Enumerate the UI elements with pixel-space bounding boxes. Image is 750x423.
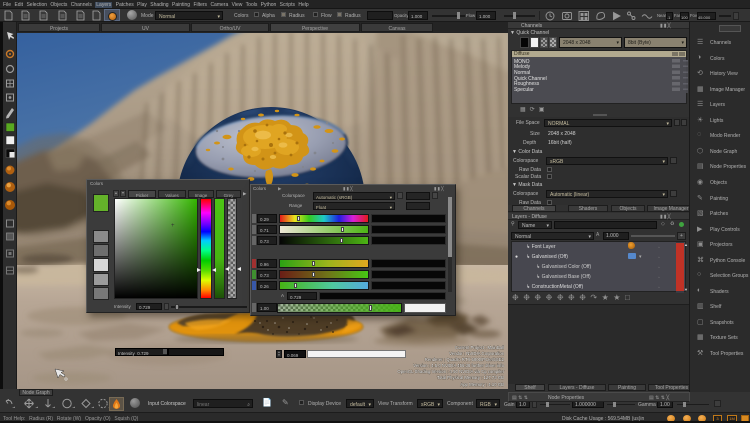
svg-text:Version : 4.5.0 NVIDIA 456.38: Version : 4.5.0 NVIDIA 456.38 further dr… xyxy=(413,363,504,368)
svg-text:Current Project : MainBall: Current Project : MainBall xyxy=(455,345,504,350)
svg-text:OpenGL Shading Version : 4.50: OpenGL Shading Version : 4.50 NVIDIA via… xyxy=(397,369,504,374)
svg-text:Total Physical Memory : 127.73: Total Physical Memory : 127.73 GB xyxy=(437,375,504,380)
svg-text:App Memory : 4.10 GB: App Memory : 4.10 GB xyxy=(460,382,504,387)
svg-text:Vendor : NVIDIA Corporation: Vendor : NVIDIA Corporation xyxy=(449,351,505,356)
svg-text:Renderer : Quadro RTX 6000/PCI: Renderer : Quadro RTX 6000/PCIe/SSE2 xyxy=(425,357,505,362)
